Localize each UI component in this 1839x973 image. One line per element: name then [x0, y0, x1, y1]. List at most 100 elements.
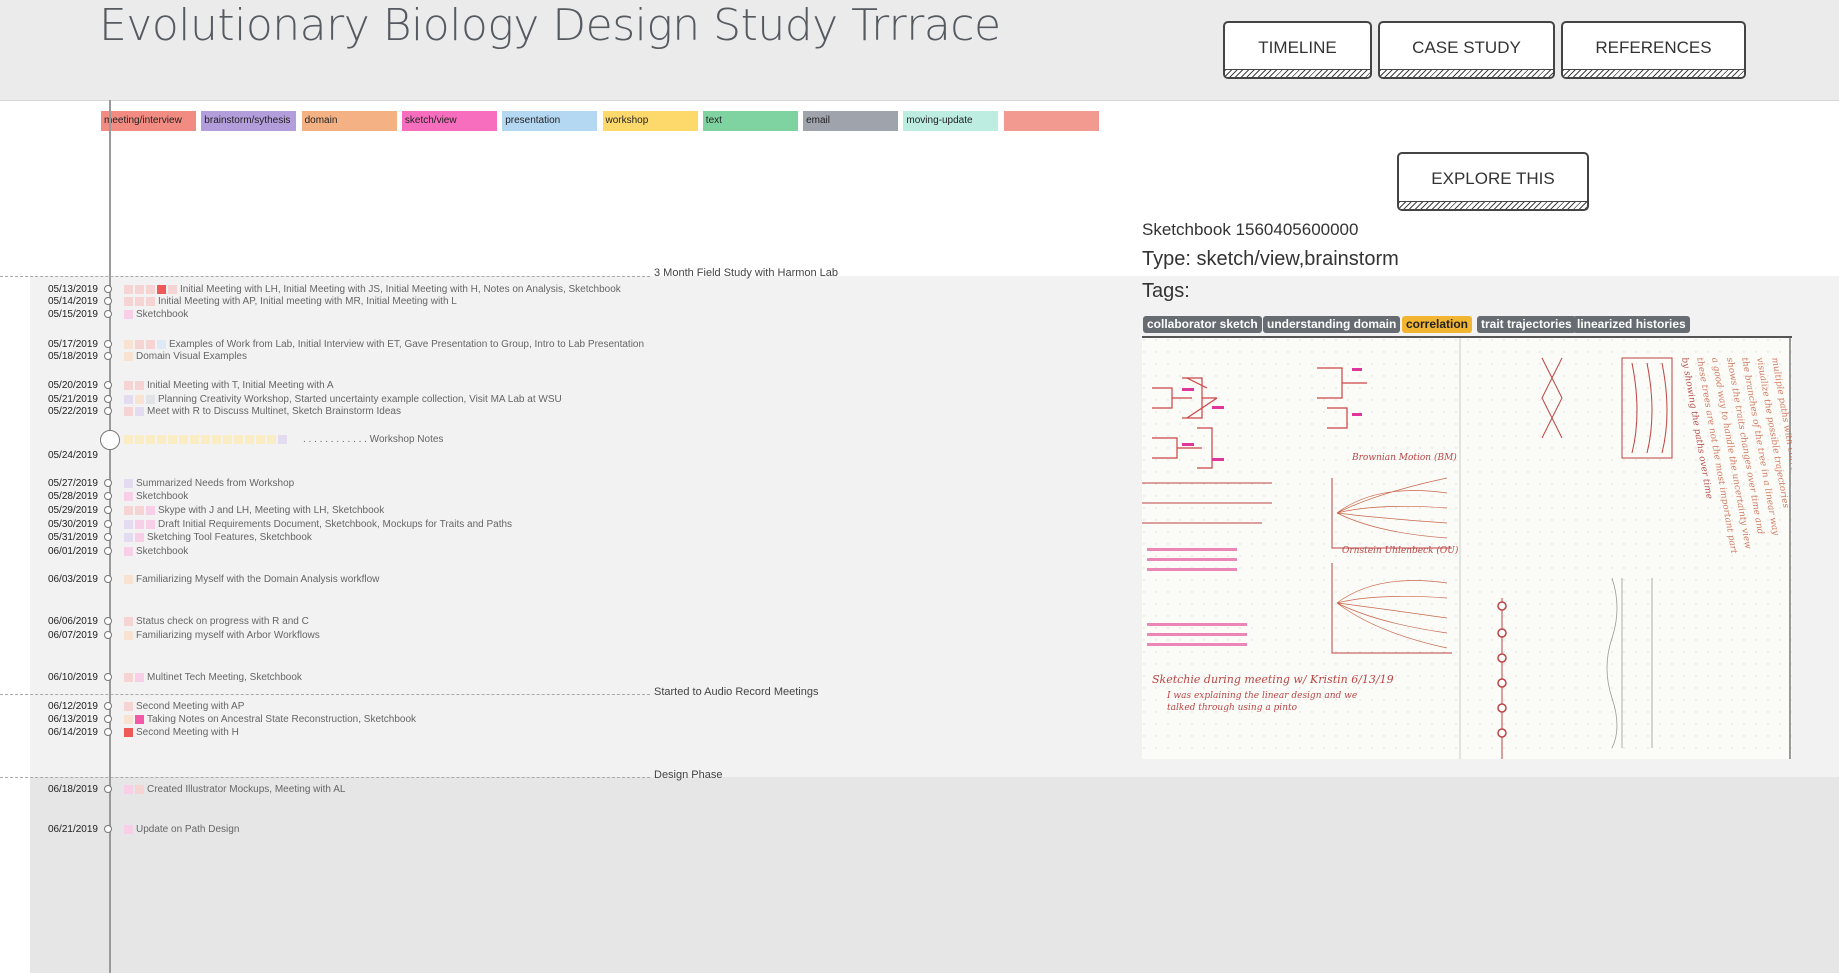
event-square[interactable]	[124, 395, 133, 404]
event-square[interactable]	[124, 506, 133, 515]
event-square[interactable]	[146, 435, 155, 444]
event-square[interactable]	[124, 617, 133, 626]
event-square[interactable]	[146, 285, 155, 294]
event-square[interactable]	[190, 435, 199, 444]
references-button[interactable]: REFERENCES	[1561, 21, 1746, 79]
timeline-node[interactable]	[104, 673, 112, 681]
event-square[interactable]	[124, 492, 133, 501]
event-square[interactable]	[124, 728, 133, 737]
event-square[interactable]	[157, 435, 166, 444]
event-square[interactable]	[124, 715, 133, 724]
event-square[interactable]	[179, 435, 188, 444]
tag-trait-trajectories[interactable]: trait trajectories	[1477, 316, 1576, 333]
event-square[interactable]	[135, 520, 144, 529]
event-square[interactable]	[124, 547, 133, 556]
timeline-node[interactable]	[104, 728, 112, 736]
event-square[interactable]	[124, 520, 133, 529]
event-text[interactable]: Second Meeting with H	[136, 727, 239, 739]
event-square[interactable]	[278, 435, 287, 444]
timeline-node[interactable]	[104, 715, 112, 723]
event-square[interactable]	[146, 395, 155, 404]
event-square[interactable]	[146, 520, 155, 529]
event-square[interactable]	[124, 533, 133, 542]
legend-item[interactable]: moving-update	[903, 111, 999, 131]
timeline-node[interactable]	[104, 310, 112, 318]
event-square[interactable]	[124, 631, 133, 640]
case-study-button[interactable]: CASE STUDY	[1378, 21, 1555, 79]
event-text[interactable]: Initial Meeting with AP, Initial meeting…	[158, 296, 457, 308]
event-square[interactable]	[124, 785, 133, 794]
event-square[interactable]	[201, 435, 210, 444]
event-square[interactable]	[135, 395, 144, 404]
event-text[interactable]: Meet with R to Discuss Multinet, Sketch …	[147, 406, 401, 418]
legend-item[interactable]	[1003, 111, 1099, 131]
timeline-node[interactable]	[104, 352, 112, 360]
event-square[interactable]	[245, 435, 254, 444]
timeline-node[interactable]	[104, 340, 112, 348]
event-square[interactable]	[124, 297, 133, 306]
timeline-node[interactable]	[104, 825, 112, 833]
event-square[interactable]	[157, 340, 166, 349]
event-square[interactable]	[212, 435, 221, 444]
timeline-node[interactable]	[104, 533, 112, 541]
event-square[interactable]	[168, 435, 177, 444]
timeline-node[interactable]	[104, 407, 112, 415]
event-square[interactable]	[267, 435, 276, 444]
event-text[interactable]: Domain Visual Examples	[136, 351, 247, 363]
event-text[interactable]: Update on Path Design	[136, 824, 239, 836]
event-text[interactable]: Planning Creativity Workshop, Started un…	[158, 394, 562, 406]
legend-item[interactable]: sketch/view	[401, 111, 497, 131]
event-text[interactable]: Summarized Needs from Workshop	[136, 478, 294, 490]
legend-item[interactable]: meeting/interview	[101, 111, 196, 131]
event-square[interactable]	[146, 340, 155, 349]
timeline-node[interactable]	[104, 785, 112, 793]
event-square[interactable]	[124, 702, 133, 711]
timeline-button[interactable]: TIMELINE	[1223, 21, 1372, 79]
event-square[interactable]	[135, 340, 144, 349]
event-text[interactable]: Status check on progress with R and C	[136, 616, 309, 628]
event-text[interactable]: Sketching Tool Features, Sketchbook	[147, 532, 312, 544]
event-square[interactable]	[135, 381, 144, 390]
event-square[interactable]	[135, 506, 144, 515]
timeline-node[interactable]	[104, 285, 112, 293]
event-text[interactable]: Sketchbook	[136, 546, 188, 558]
event-text[interactable]: Skype with J and LH, Meeting with LH, Sk…	[158, 505, 384, 517]
event-text[interactable]: Draft Initial Requirements Document, Ske…	[158, 519, 512, 531]
event-square[interactable]	[135, 715, 144, 724]
event-square[interactable]	[135, 407, 144, 416]
event-text[interactable]: Taking Notes on Ancestral State Reconstr…	[147, 714, 416, 726]
event-square[interactable]	[135, 673, 144, 682]
timeline-node[interactable]	[104, 631, 112, 639]
tag-correlation[interactable]: correlation	[1402, 316, 1473, 333]
event-square[interactable]	[124, 575, 133, 584]
timeline-node[interactable]	[104, 520, 112, 528]
event-text[interactable]: Familiarizing Myself with the Domain Ana…	[136, 574, 379, 586]
legend-item[interactable]: brainstorm/sythesis	[201, 111, 297, 131]
event-square[interactable]	[135, 297, 144, 306]
event-text[interactable]: . . . . . . . . . . . . Workshop Notes	[303, 434, 443, 446]
event-square[interactable]	[168, 285, 177, 294]
event-square[interactable]	[157, 285, 166, 294]
event-square[interactable]	[135, 533, 144, 542]
event-text[interactable]: Multinet Tech Meeting, Sketchbook	[147, 672, 302, 684]
event-text[interactable]: Second Meeting with AP	[136, 701, 244, 713]
explore-this-button[interactable]: EXPLORE THIS	[1397, 152, 1589, 211]
timeline-node[interactable]	[104, 506, 112, 514]
timeline-node[interactable]	[104, 297, 112, 305]
event-square[interactable]	[135, 285, 144, 294]
legend-item[interactable]: text	[702, 111, 798, 131]
timeline-node[interactable]	[104, 702, 112, 710]
event-text[interactable]: Familiarizing myself with Arbor Workflow…	[136, 630, 320, 642]
event-text[interactable]: Examples of Work from Lab, Initial Inter…	[169, 339, 644, 351]
event-text[interactable]: Sketchbook	[136, 309, 188, 321]
timeline-node[interactable]	[104, 395, 112, 403]
timeline-node[interactable]	[104, 617, 112, 625]
event-square[interactable]	[234, 435, 243, 444]
event-square[interactable]	[124, 340, 133, 349]
event-square[interactable]	[146, 506, 155, 515]
event-text[interactable]: Created Illustrator Mockups, Meeting wit…	[147, 784, 345, 796]
legend-item[interactable]: workshop	[602, 111, 698, 131]
timeline-node[interactable]	[104, 479, 112, 487]
legend-item[interactable]: presentation	[502, 111, 598, 131]
event-square[interactable]	[146, 297, 155, 306]
